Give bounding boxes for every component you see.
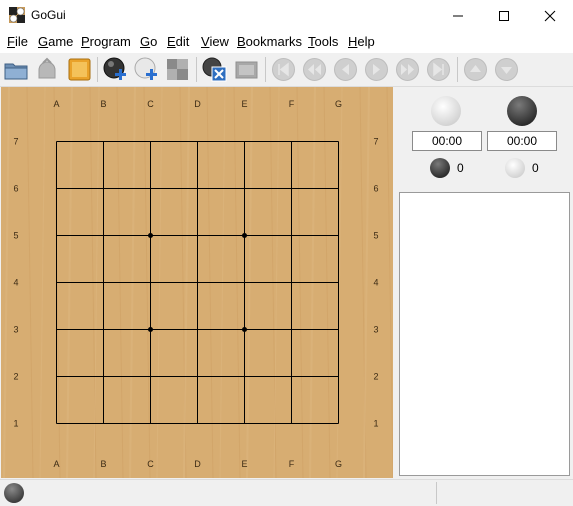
menu-view[interactable]: View: [201, 34, 229, 49]
menu-help[interactable]: Help: [348, 34, 375, 49]
row-label-left: 5: [13, 231, 18, 241]
menu-edit[interactable]: Edit: [167, 34, 189, 49]
forward-icon[interactable]: [363, 56, 390, 83]
row-label-right: 6: [373, 184, 378, 194]
column-label-bottom: D: [194, 459, 201, 469]
row-label-left: 7: [13, 137, 18, 147]
column-label-bottom: E: [241, 459, 247, 469]
side-panel: 00:00 00:00 0 0: [397, 87, 572, 478]
hoshi-point: [242, 327, 247, 332]
column-label-top: D: [194, 99, 201, 109]
black-captures-count: 0: [457, 161, 464, 175]
go-board-grid[interactable]: A A B B C C D D E E F F G G 7 7 6 6 5 5 4 4 3 3 2 2 1 1: [1, 86, 394, 479]
close-icon: [544, 10, 556, 21]
minimize-button[interactable]: [435, 0, 481, 31]
white-captures-stone-icon: [505, 158, 525, 178]
detach-program-icon[interactable]: [201, 56, 228, 83]
window-title: GoGui: [31, 8, 66, 22]
row-label-left: 3: [13, 325, 18, 335]
row-label-left: 4: [13, 278, 18, 288]
toolbar-separator: [97, 57, 98, 82]
new-game-icon[interactable]: [66, 56, 93, 83]
toolbar-separator: [457, 57, 458, 82]
black-player-stone-icon: [507, 96, 537, 126]
row-label-right: 2: [373, 372, 378, 382]
setup-black-icon[interactable]: [102, 56, 129, 83]
previous-variation-icon[interactable]: [462, 56, 489, 83]
toolbar-separator: [196, 57, 197, 82]
column-label-bottom: A: [53, 459, 59, 469]
backward-icon[interactable]: [332, 56, 359, 83]
title-bar: GoGui: [0, 0, 573, 31]
black-clock: 00:00: [487, 131, 557, 151]
hoshi-point: [148, 327, 153, 332]
menu-go[interactable]: Go: [140, 34, 157, 49]
column-label-top: B: [100, 99, 106, 109]
setup-board-icon[interactable]: [164, 56, 191, 83]
column-label-top: F: [289, 99, 295, 109]
row-label-right: 7: [373, 137, 378, 147]
menu-bar: File Game Program Go Edit View Bookmarks…: [0, 31, 573, 53]
menu-game[interactable]: Game: [38, 34, 73, 49]
toolbar: [0, 53, 573, 87]
toolbar-separator: [265, 57, 266, 82]
open-icon[interactable]: [3, 56, 30, 83]
hoshi-point: [148, 233, 153, 238]
row-label-left: 1: [13, 419, 18, 429]
backward-ten-icon[interactable]: [301, 56, 328, 83]
black-captures-stone-icon: [430, 158, 450, 178]
column-label-bottom: F: [289, 459, 295, 469]
column-label-bottom: C: [147, 459, 154, 469]
menu-file[interactable]: File: [7, 34, 28, 49]
setup-white-icon[interactable]: [133, 56, 160, 83]
row-label-left: 2: [13, 372, 18, 382]
status-separator: [436, 482, 437, 504]
column-label-top: C: [147, 99, 154, 109]
column-label-bottom: G: [335, 459, 342, 469]
close-button[interactable]: [527, 0, 573, 31]
maximize-icon: [499, 10, 509, 21]
status-bar: [0, 479, 573, 506]
row-label-right: 4: [373, 278, 378, 288]
menu-tools[interactable]: Tools: [308, 34, 338, 49]
maximize-button[interactable]: [481, 0, 527, 31]
column-label-top: A: [53, 99, 59, 109]
save-icon[interactable]: [34, 56, 61, 83]
beginning-icon[interactable]: [270, 56, 297, 83]
column-label-top: E: [241, 99, 247, 109]
column-label-bottom: B: [100, 459, 106, 469]
row-label-left: 6: [13, 184, 18, 194]
column-label-top: G: [335, 99, 342, 109]
go-board[interactable]: A A B B C C D D E E F F G G 7 7 6 6 5 5 4 4 3 3 2 2 1 1: [1, 86, 394, 479]
gtp-shell-icon[interactable]: [233, 56, 260, 83]
to-move-black-stone-icon: [4, 483, 24, 503]
next-variation-icon[interactable]: [493, 56, 520, 83]
comment-textarea[interactable]: [399, 192, 570, 476]
end-icon[interactable]: [425, 56, 452, 83]
minimize-icon: [453, 15, 463, 16]
row-label-right: 1: [373, 419, 378, 429]
forward-ten-icon[interactable]: [394, 56, 421, 83]
gogui-app-icon: [9, 7, 25, 23]
row-label-right: 3: [373, 325, 378, 335]
white-player-stone-icon: [431, 96, 461, 126]
menu-bookmarks[interactable]: Bookmarks: [237, 34, 302, 49]
hoshi-point: [242, 233, 247, 238]
white-captures-count: 0: [532, 161, 539, 175]
row-label-right: 5: [373, 231, 378, 241]
menu-program[interactable]: Program: [81, 34, 131, 49]
white-clock: 00:00: [412, 131, 482, 151]
